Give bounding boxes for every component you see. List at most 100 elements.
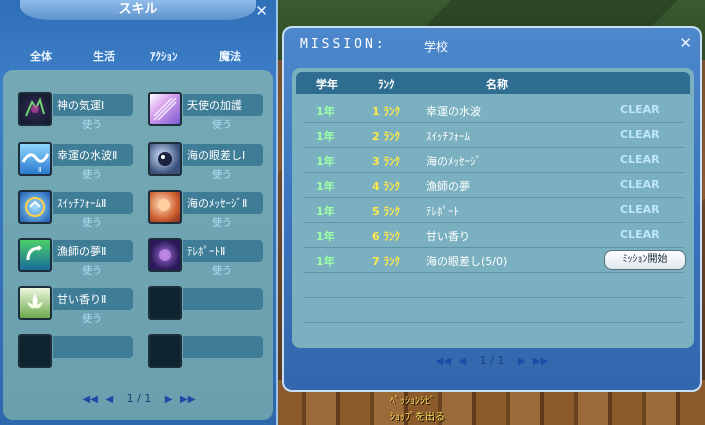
- mission-row[interactable]: 1年 6 ﾗﾝｸ 甘い香り CLEAR: [304, 223, 684, 248]
- fortune-icon[interactable]: [18, 92, 52, 126]
- mission-grade: 1年: [316, 130, 335, 143]
- skill-use-button[interactable]: 使う: [53, 262, 131, 277]
- first-page-icon[interactable]: ◀◀: [83, 394, 98, 405]
- teleport-icon[interactable]: [148, 238, 182, 272]
- skill-slot[interactable]: ﾃﾚﾎﾟｰﾄⅡ 使う: [141, 238, 265, 282]
- empty-slot-icon: [148, 334, 182, 368]
- skill-name: 天使の加護: [187, 99, 242, 112]
- water-wave-icon[interactable]: Ⅱ: [18, 142, 52, 176]
- switch-form-icon[interactable]: [18, 190, 52, 224]
- skill-use-button[interactable]: 使う: [53, 310, 131, 325]
- sweet-scent-icon[interactable]: [18, 286, 52, 320]
- skill-slot[interactable]: ｽｲｯﾁﾌｫｰﾑⅡ 使う: [11, 190, 135, 234]
- skill-list-panel: 神の気運Ⅰ 使う 天使の加護 使う Ⅱ 幸運の水波Ⅱ 使う 海の眼差しⅠ 使う: [3, 70, 273, 420]
- skill-slot[interactable]: 海のﾒｯｾｰｼﾞⅡ 使う: [141, 190, 265, 234]
- empty-skill-slot: [11, 334, 135, 378]
- mission-row[interactable]: 1年 2 ﾗﾝｸ ｽｲｯﾁﾌｫｰﾑ CLEAR: [304, 123, 684, 148]
- skill-use-button[interactable]: 使う: [183, 166, 261, 181]
- skill-use-button[interactable]: 使う: [183, 214, 261, 229]
- empty-slot-icon: [148, 286, 182, 320]
- world-label-1: ﾍﾟｯｼｮﾝｼﾋﾞ: [390, 396, 435, 407]
- mission-rank: 7 ﾗﾝｸ: [372, 255, 400, 268]
- skill-use-button[interactable]: 使う: [53, 166, 131, 181]
- mission-table-header: 学年 ﾗﾝｸ 名称: [296, 72, 690, 94]
- skill-name: ｽｲｯﾁﾌｫｰﾑⅡ: [57, 197, 107, 210]
- skill-window: スキル ✕ 全体 生活 ｱｸｼｮﾝ 魔法 神の気運Ⅰ 使う 天使の加護 使う Ⅱ: [0, 0, 278, 425]
- mission-window-title: MISSION:: [300, 37, 387, 52]
- sea-gaze-icon[interactable]: [148, 142, 182, 176]
- svg-text:Ⅱ: Ⅱ: [38, 166, 41, 174]
- mission-status: CLEAR: [620, 153, 660, 166]
- angel-icon[interactable]: [148, 92, 182, 126]
- mission-status: CLEAR: [620, 178, 660, 191]
- skill-use-button[interactable]: 使う: [53, 214, 131, 229]
- tab-action[interactable]: ｱｸｼｮﾝ: [150, 48, 178, 64]
- empty-skill-slot: [141, 286, 265, 330]
- mission-grade: 1年: [316, 230, 335, 243]
- mission-rank: 2 ﾗﾝｸ: [372, 130, 400, 143]
- skill-name: 神の気運Ⅰ: [57, 99, 105, 112]
- mission-rank: 4 ﾗﾝｸ: [372, 180, 400, 193]
- skill-slot[interactable]: 天使の加護 使う: [141, 92, 265, 136]
- skill-use-button[interactable]: 使う: [183, 116, 261, 131]
- first-page-icon[interactable]: ◀◀: [436, 356, 451, 367]
- skill-use-button[interactable]: 使う: [53, 116, 131, 131]
- skill-slot[interactable]: 海の眼差しⅠ 使う: [141, 142, 265, 186]
- skill-pager: ◀◀ ◀ 1 / 1 ▶ ▶▶: [0, 392, 278, 408]
- mission-list-panel: 学年 ﾗﾝｸ 名称 1年 1 ﾗﾝｸ 幸運の水波 CLEAR 1年 2 ﾗﾝｸ …: [292, 68, 694, 348]
- world-label-shop-exit[interactable]: ｼｮｯﾌﾟを出る: [390, 408, 445, 423]
- skill-name: 海のﾒｯｾｰｼﾞⅡ: [187, 197, 248, 210]
- mission-row[interactable]: 1年 5 ﾗﾝｸ ﾃﾚﾎﾟｰﾄ CLEAR: [304, 198, 684, 223]
- mission-name: 幸運の水波: [426, 105, 481, 118]
- header-rank: ﾗﾝｸ: [378, 78, 395, 91]
- mission-name: 甘い香り: [426, 230, 470, 243]
- skill-slot[interactable]: 甘い香りⅡ 使う: [11, 286, 135, 330]
- mission-rank: 3 ﾗﾝｸ: [372, 155, 400, 168]
- skill-name: ﾃﾚﾎﾟｰﾄⅡ: [187, 245, 226, 258]
- empty-mission-row: [304, 298, 684, 323]
- next-page-icon[interactable]: ▶: [165, 394, 173, 405]
- skill-name: 幸運の水波Ⅱ: [57, 149, 118, 162]
- mission-grade: 1年: [316, 255, 335, 268]
- skill-close-icon[interactable]: ✕: [255, 2, 268, 20]
- prev-page-icon[interactable]: ◀: [458, 356, 466, 367]
- page-indicator: 1 / 1: [479, 354, 505, 367]
- empty-mission-row: [304, 273, 684, 298]
- skill-slot[interactable]: 漁師の夢Ⅱ 使う: [11, 238, 135, 282]
- tab-life[interactable]: 生活: [93, 48, 115, 64]
- mission-name: ｽｲｯﾁﾌｫｰﾑ: [426, 130, 470, 143]
- empty-skill-slot: [141, 334, 265, 378]
- skill-tab-bar: 全体 生活 ｱｸｼｮﾝ 魔法: [0, 48, 278, 66]
- skill-slot[interactable]: 神の気運Ⅰ 使う: [11, 92, 135, 136]
- tab-all[interactable]: 全体: [30, 48, 52, 64]
- mission-status: CLEAR: [620, 128, 660, 141]
- mission-rank: 1 ﾗﾝｸ: [372, 105, 400, 118]
- page-indicator: 1 / 1: [126, 392, 152, 405]
- last-page-icon[interactable]: ▶▶: [533, 356, 548, 367]
- mission-name: 海のﾒｯｾｰｼﾞ: [426, 155, 481, 168]
- empty-slot-icon: [18, 334, 52, 368]
- mission-status: CLEAR: [620, 228, 660, 241]
- sea-message-icon[interactable]: [148, 190, 182, 224]
- skill-window-title: スキル: [20, 0, 256, 20]
- mission-start-button[interactable]: ﾐｯｼｮﾝ開始: [604, 250, 686, 270]
- mission-name: 海の眼差し(5/0): [426, 255, 508, 268]
- skill-use-button[interactable]: 使う: [183, 262, 261, 277]
- mission-close-icon[interactable]: ✕: [679, 34, 692, 52]
- mission-rank: 6 ﾗﾝｸ: [372, 230, 400, 243]
- fisher-dream-icon[interactable]: [18, 238, 52, 272]
- mission-rank: 5 ﾗﾝｸ: [372, 205, 400, 218]
- prev-page-icon[interactable]: ◀: [105, 394, 113, 405]
- last-page-icon[interactable]: ▶▶: [180, 394, 195, 405]
- mission-row[interactable]: 1年 4 ﾗﾝｸ 漁師の夢 CLEAR: [304, 173, 684, 198]
- mission-grade: 1年: [316, 155, 335, 168]
- tab-magic[interactable]: 魔法: [219, 48, 241, 64]
- skill-slot[interactable]: Ⅱ 幸運の水波Ⅱ 使う: [11, 142, 135, 186]
- mission-grade: 1年: [316, 205, 335, 218]
- mission-row[interactable]: 1年 7 ﾗﾝｸ 海の眼差し(5/0) ﾐｯｼｮﾝ開始: [304, 248, 686, 273]
- header-name: 名称: [486, 78, 508, 91]
- mission-row[interactable]: 1年 3 ﾗﾝｸ 海のﾒｯｾｰｼﾞ CLEAR: [304, 148, 684, 173]
- mission-category: 学校: [424, 40, 449, 54]
- next-page-icon[interactable]: ▶: [518, 356, 526, 367]
- mission-row[interactable]: 1年 1 ﾗﾝｸ 幸運の水波 CLEAR: [304, 98, 684, 123]
